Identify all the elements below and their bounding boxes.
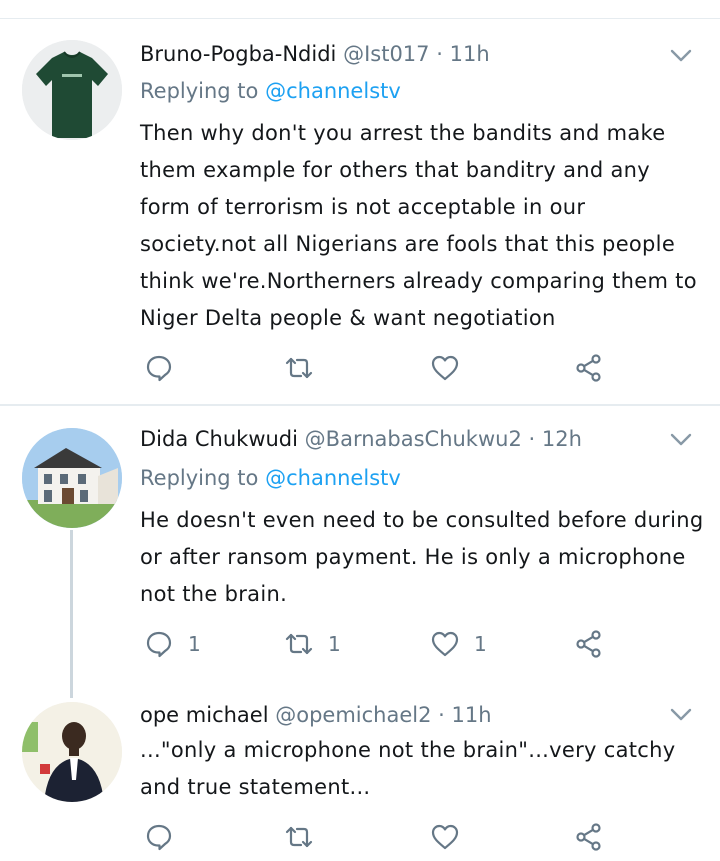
retweet-icon bbox=[285, 826, 313, 848]
replying-to: Replying to @channelstv bbox=[140, 74, 401, 108]
share-button[interactable] bbox=[574, 348, 604, 388]
replying-to: Replying to @channelstv bbox=[140, 461, 401, 495]
retweet-button[interactable]: 1 bbox=[284, 624, 341, 664]
user-handle[interactable]: @BarnabasChukwu2 bbox=[305, 427, 522, 451]
display-name[interactable]: Dida Chukwudi bbox=[140, 427, 298, 451]
display-name[interactable]: Bruno-Pogba-Ndidi bbox=[140, 42, 336, 66]
replying-label: Replying to bbox=[140, 79, 259, 103]
like-count: 1 bbox=[474, 632, 487, 656]
retweet-button[interactable] bbox=[284, 348, 328, 388]
timestamp[interactable]: 11h bbox=[452, 703, 492, 727]
tweet-1[interactable]: Bruno-Pogba-Ndidi @Ist017 · 11h Replying… bbox=[0, 0, 720, 405]
avatar-ope[interactable] bbox=[22, 702, 122, 802]
tweet-header: ope michael @opemichael2 · 11h bbox=[140, 697, 660, 733]
replying-mention-link[interactable]: @channelstv bbox=[265, 79, 401, 103]
tweet-actions: 1 1 1 bbox=[140, 624, 610, 664]
retweet-button[interactable] bbox=[284, 817, 328, 857]
separator-dot: · bbox=[528, 427, 536, 451]
chevron-down-icon[interactable] bbox=[668, 701, 694, 727]
retweet-icon bbox=[285, 357, 313, 379]
jersey-avatar-image bbox=[22, 40, 122, 140]
chevron-down-icon[interactable] bbox=[668, 42, 694, 68]
house-avatar-image bbox=[22, 428, 122, 528]
heart-icon bbox=[431, 824, 459, 850]
replying-mention-link[interactable]: @channelstv bbox=[265, 466, 401, 490]
tweet-3[interactable]: ope michael @opemichael2 · 11h ..."only … bbox=[0, 690, 720, 861]
person-avatar-image bbox=[22, 702, 122, 802]
reply-count: 1 bbox=[188, 632, 201, 656]
avatar-bruno[interactable] bbox=[22, 40, 122, 140]
user-handle[interactable]: @opemichael2 bbox=[275, 703, 431, 727]
heart-icon bbox=[431, 631, 459, 657]
heart-icon bbox=[431, 355, 459, 381]
retweet-count: 1 bbox=[328, 632, 341, 656]
tweet-2[interactable]: Dida Chukwudi @BarnabasChukwu2 · 12h Rep… bbox=[0, 406, 720, 698]
tweet-actions bbox=[140, 817, 610, 857]
like-button[interactable] bbox=[430, 817, 474, 857]
share-button[interactable] bbox=[574, 624, 604, 664]
reply-button[interactable] bbox=[144, 817, 188, 857]
reply-button[interactable] bbox=[144, 348, 188, 388]
tweet-actions bbox=[140, 348, 610, 388]
tweet-text: Then why don't you arrest the bandits an… bbox=[140, 121, 697, 330]
thread-connector-line bbox=[70, 530, 73, 698]
avatar-dida[interactable] bbox=[22, 428, 122, 528]
reply-icon bbox=[146, 355, 172, 382]
share-icon bbox=[576, 630, 601, 658]
separator-dot: · bbox=[438, 703, 445, 727]
chevron-down-icon[interactable] bbox=[668, 426, 694, 452]
replying-label: Replying to bbox=[140, 466, 259, 490]
share-icon bbox=[576, 823, 601, 851]
share-button[interactable] bbox=[574, 817, 604, 857]
user-handle[interactable]: @Ist017 bbox=[343, 42, 429, 66]
like-button[interactable] bbox=[430, 348, 474, 388]
tweet-text: ..."only a microphone not the brain"...v… bbox=[140, 738, 676, 799]
like-button[interactable]: 1 bbox=[430, 624, 487, 664]
timestamp[interactable]: 11h bbox=[450, 42, 490, 66]
reply-icon bbox=[146, 631, 172, 658]
separator-dot: · bbox=[436, 42, 443, 66]
display-name[interactable]: ope michael bbox=[140, 703, 269, 727]
retweet-icon bbox=[285, 633, 313, 655]
share-icon bbox=[576, 354, 601, 382]
tweet-text: He doesn't even need to be consulted bef… bbox=[140, 508, 704, 606]
reply-icon bbox=[146, 824, 172, 851]
reply-button[interactable]: 1 bbox=[144, 624, 201, 664]
tweet-header: Dida Chukwudi @BarnabasChukwu2 · 12h bbox=[140, 421, 660, 457]
tweet-header: Bruno-Pogba-Ndidi @Ist017 · 11h bbox=[140, 36, 660, 72]
timestamp[interactable]: 12h bbox=[542, 427, 582, 451]
